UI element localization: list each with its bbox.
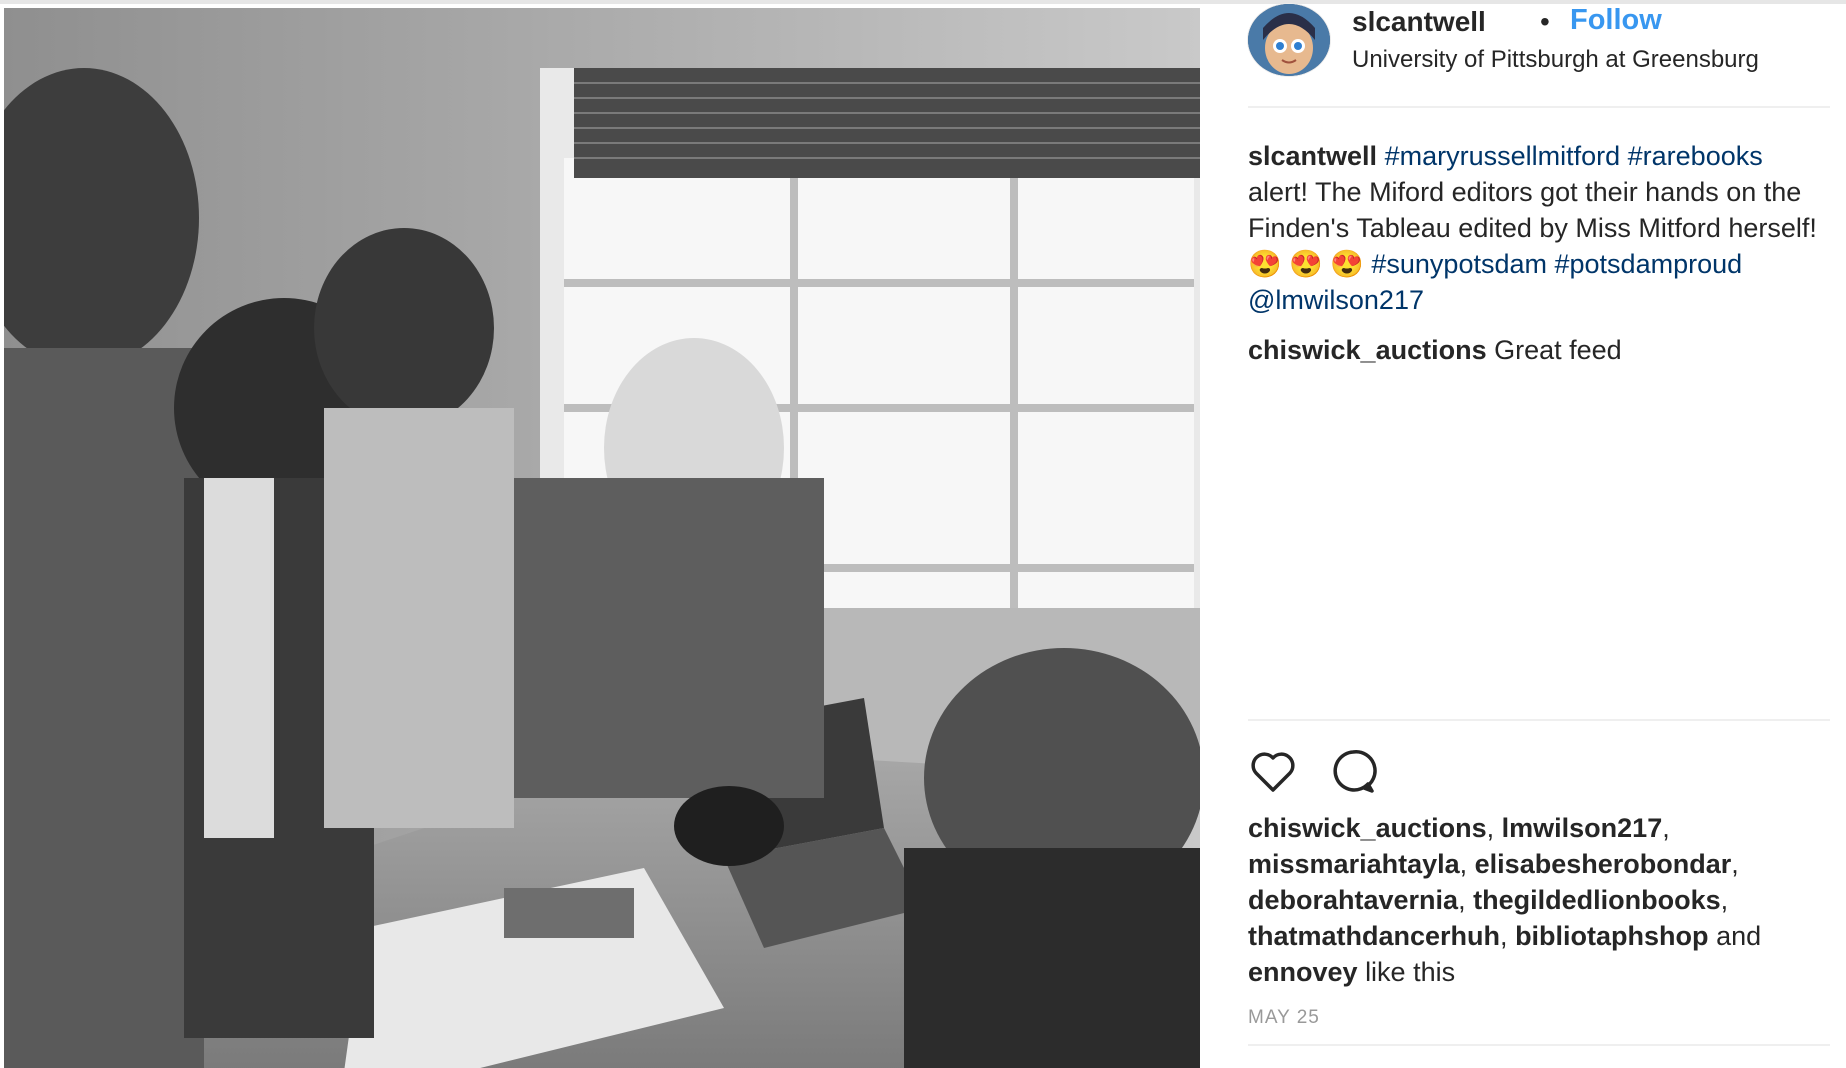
username-link[interactable]: slcantwell [1352,6,1486,38]
avatar[interactable] [1248,4,1330,76]
comma-text: , [1459,849,1468,879]
liker-link[interactable]: thegildedlionbooks [1473,885,1721,915]
header-divider [1248,106,1830,108]
photo-illustration [4,8,1200,1068]
post-details-pane: slcantwell • Follow University of Pittsb… [1200,4,1846,1068]
likes-conjunction: and [1716,921,1762,951]
mention-link[interactable]: @lmwilson217 [1248,285,1424,315]
liker-link[interactable]: ennovey [1248,957,1358,987]
speech-bubble-icon[interactable] [1328,746,1378,796]
liker-link[interactable]: thatmathdancerhuh [1248,921,1500,951]
liker-link[interactable]: lmwilson217 [1502,813,1663,843]
comma-text: , [1458,885,1466,915]
separator-dot: • [1540,6,1550,37]
comment-item: chiswick_auctions Great feed [1248,332,1828,368]
likes-summary: chiswick_auctions, lmwilson217, missmari… [1248,810,1830,990]
liker-link[interactable]: deborahtavernia [1248,885,1458,915]
comment-text: Great feed [1494,335,1622,365]
post-photo[interactable] [4,8,1200,1068]
location-link[interactable]: University of Pittsburgh at Greensburg [1352,46,1759,74]
liker-link[interactable]: chiswick_auctions [1248,813,1487,843]
hashtag-link[interactable]: #potsdamproud [1555,249,1743,279]
instagram-post: slcantwell • Follow University of Pittsb… [0,0,1846,1068]
avatar-illustration [1248,4,1330,76]
comma-text: , [1731,849,1739,879]
follow-button[interactable]: Follow [1570,4,1662,37]
comma-text: , [1720,885,1729,915]
liker-link[interactable]: bibliotaphshop [1515,921,1708,951]
heart-outline-icon[interactable] [1248,746,1298,796]
liker-link[interactable]: missmariahtayla [1248,849,1460,879]
footer-divider [1248,1044,1830,1046]
hashtag-link[interactable]: #rarebooks [1628,141,1763,171]
emoji-text: 😍 😍 😍 [1248,249,1364,279]
post-caption: slcantwell #maryrussellmitford #rarebook… [1248,138,1828,318]
caption-text: alert! The Miford editors got their hand… [1248,177,1817,243]
comma-text: , [1662,813,1670,843]
hashtag-link[interactable]: #maryrussellmitford [1385,141,1621,171]
comma-text: , [1500,921,1508,951]
caption-author[interactable]: slcantwell [1248,141,1377,171]
comma-text: , [1486,813,1495,843]
post-date[interactable]: MAY 25 [1248,1007,1320,1029]
comment-author[interactable]: chiswick_auctions [1248,335,1487,365]
actions-divider [1248,719,1830,721]
liker-link[interactable]: elisabesherobondar [1475,849,1732,879]
post-header: slcantwell • Follow University of Pittsb… [1248,4,1808,84]
likes-suffix: like this [1365,957,1456,987]
hashtag-link[interactable]: #sunypotsdam [1371,249,1547,279]
